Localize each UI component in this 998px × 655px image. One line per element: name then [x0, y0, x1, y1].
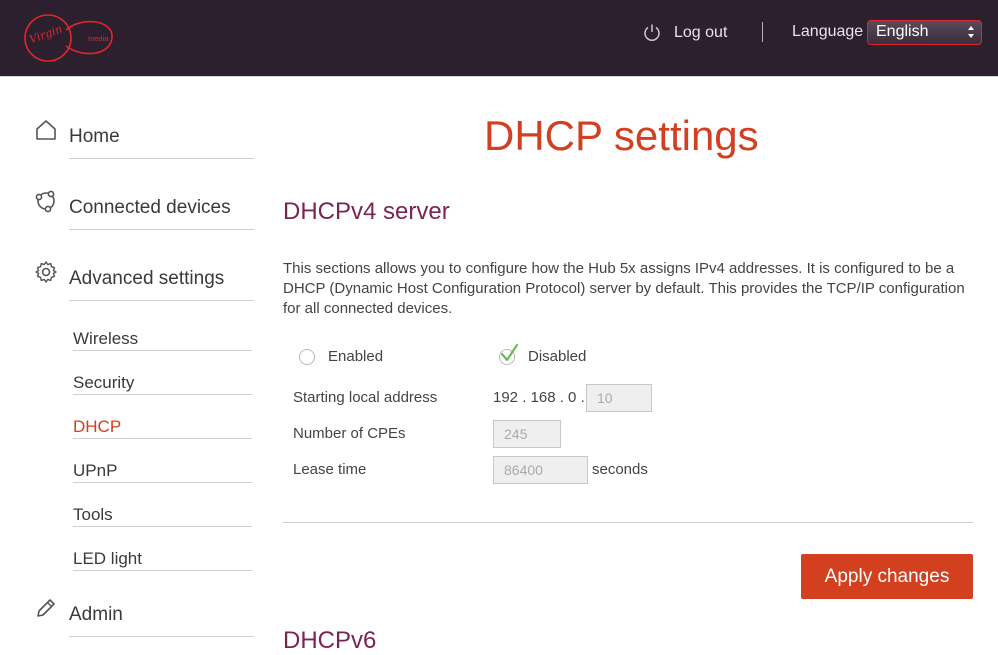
cpes-input[interactable]: 245: [493, 420, 561, 448]
sidebar-divider: [69, 636, 254, 637]
radio-disabled[interactable]: [499, 344, 518, 365]
sidebar-subdivider: [73, 570, 252, 571]
start-address-label: Starting local address: [293, 389, 438, 406]
sidebar-subdivider: [73, 394, 252, 395]
sidebar-subitem-dhcp[interactable]: DHCP: [73, 417, 121, 437]
sidebar-subitem-led-light[interactable]: LED light: [73, 549, 142, 569]
pencil-icon: [37, 599, 55, 617]
logout-label: Log out: [674, 24, 728, 41]
sidebar-item-label: Admin: [69, 604, 123, 625]
sidebar-subdivider: [73, 526, 252, 527]
language-selected-value: English: [876, 23, 929, 40]
section-divider: [283, 522, 973, 523]
home-icon: [36, 120, 56, 140]
sidebar-divider: [69, 229, 254, 230]
sidebar-item-label: Connected devices: [69, 197, 231, 218]
header-separator: [762, 22, 763, 42]
sidebar-subdivider: [73, 438, 252, 439]
sidebar-item-label: Advanced settings: [69, 268, 225, 289]
ip-prefix: 192 . 168 . 0 .: [493, 389, 585, 406]
connected-devices-icon: [35, 190, 55, 213]
sidebar-subdivider: [73, 482, 252, 483]
logout-button[interactable]: Log out: [642, 22, 727, 44]
lease-time-label: Lease time: [293, 461, 367, 478]
sidebar-subitem-security[interactable]: Security: [73, 373, 134, 393]
language-label: Language: [792, 23, 864, 40]
radio-enabled-label: Enabled: [328, 348, 384, 365]
sidebar-subitem-wireless[interactable]: Wireless: [73, 329, 138, 349]
virgin-media-logo[interactable]: Virgin media: [22, 8, 118, 68]
sidebar-subdivider: [73, 350, 252, 351]
header-border: [0, 76, 998, 77]
gear-icon: [35, 261, 57, 283]
sidebar-subitem-upnp[interactable]: UPnP: [73, 461, 117, 481]
cpes-label: Number of CPEs: [293, 425, 406, 442]
checkmark-icon: [501, 344, 518, 361]
sidebar-item-label: Home: [69, 126, 120, 147]
ip-last-octet-input[interactable]: 10: [586, 384, 652, 412]
apply-changes-button[interactable]: Apply changes: [801, 554, 973, 599]
select-arrows-icon: [968, 26, 974, 38]
page-title: DHCP settings: [484, 112, 759, 159]
language-select[interactable]: English: [867, 20, 982, 45]
section-title: DHCPv4 server: [283, 198, 450, 225]
logo-virgin-text: Virgin: [28, 22, 65, 46]
section-description: This sections allows you to configure ho…: [283, 260, 965, 317]
radio-enabled[interactable]: [299, 349, 315, 365]
top-header: Virgin media Log out Language English: [0, 0, 998, 76]
sidebar-subitem-tools[interactable]: Tools: [73, 505, 113, 525]
logo-media-text: media: [88, 34, 109, 43]
sidebar-divider: [69, 300, 254, 301]
sidebar-divider: [69, 158, 254, 159]
lease-unit: seconds: [592, 461, 648, 478]
next-section-title: DHCPv6: [283, 627, 377, 654]
lease-time-input[interactable]: 86400: [493, 456, 588, 484]
radio-disabled-label: Disabled: [528, 348, 587, 365]
power-icon: [644, 24, 660, 41]
